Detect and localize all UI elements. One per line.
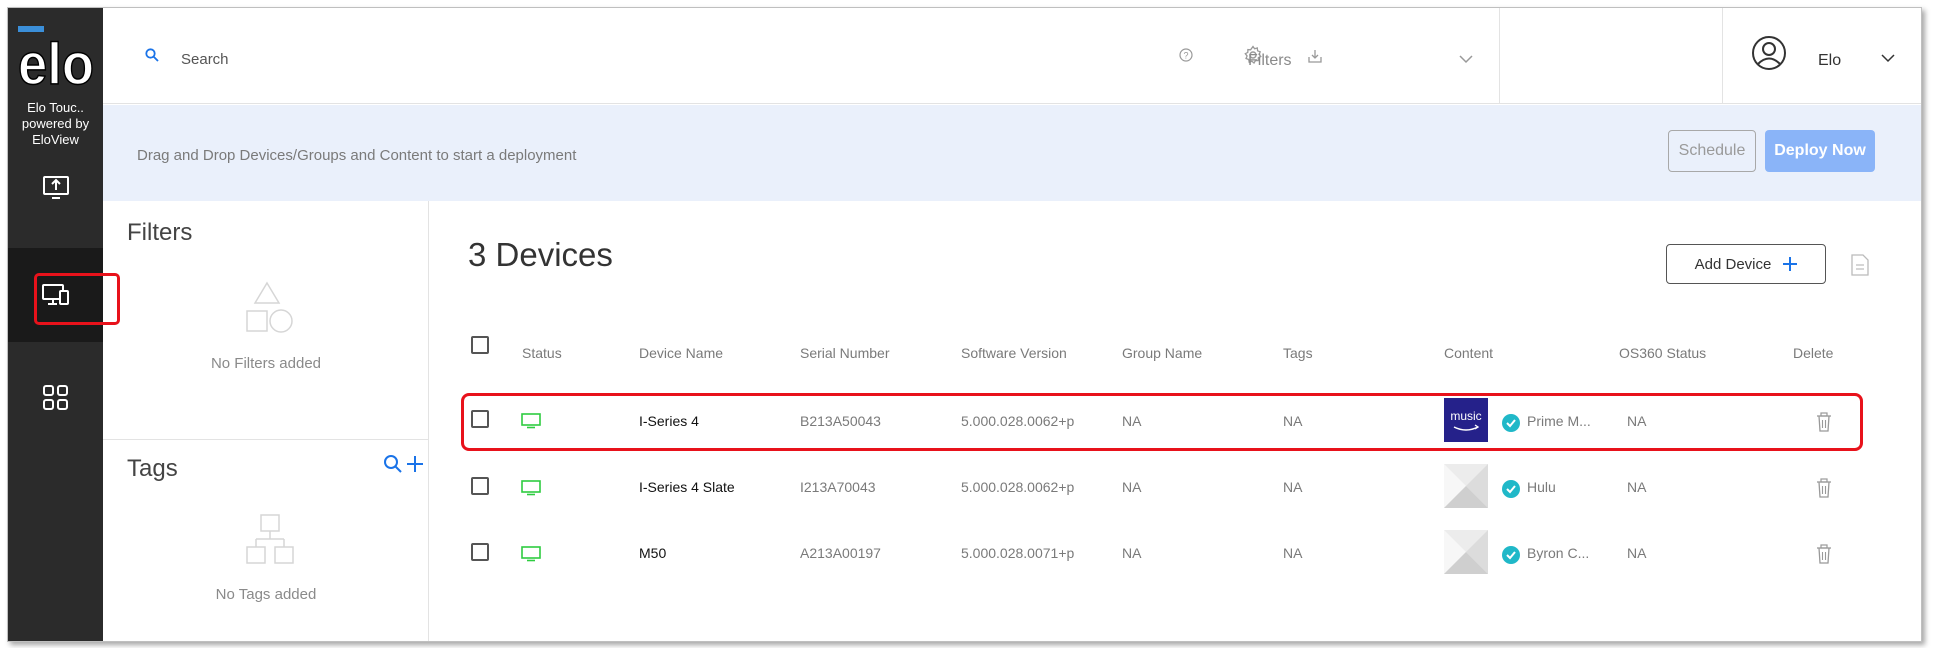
app-window: elo Elo Touc.. powered by EloView Search… bbox=[7, 7, 1922, 642]
filters-title: Filters bbox=[127, 219, 193, 246]
content-name: Hulu bbox=[1527, 479, 1556, 495]
column-header-software-version[interactable]: Software Version bbox=[961, 345, 1067, 361]
column-header-os360-status[interactable]: OS360 Status bbox=[1619, 345, 1706, 361]
content-check-icon bbox=[1502, 546, 1520, 564]
deploy-now-button[interactable]: Deploy Now bbox=[1765, 130, 1875, 172]
monitor-online-icon bbox=[521, 480, 541, 496]
device-name[interactable]: M50 bbox=[639, 545, 666, 561]
deployment-bar: Drag and Drop Devices/Groups and Content… bbox=[103, 105, 1921, 201]
os360-status: NA bbox=[1627, 479, 1647, 495]
content-placeholder-thumbnail bbox=[1444, 464, 1488, 508]
tags-value: NA bbox=[1283, 545, 1303, 561]
sidebar-item-apps[interactable] bbox=[8, 368, 103, 428]
tags-actions bbox=[383, 454, 425, 474]
brand-name: Elo Touc.. bbox=[27, 100, 84, 115]
software-version: 5.000.028.0071+p bbox=[961, 545, 1075, 561]
filters-empty-text: No Filters added bbox=[210, 355, 322, 372]
row-checkbox[interactable] bbox=[471, 543, 489, 561]
trash-icon[interactable] bbox=[1816, 544, 1832, 564]
column-header-group-name[interactable]: Group Name bbox=[1122, 345, 1202, 361]
column-header-delete: Delete bbox=[1793, 345, 1834, 361]
upload-screen-icon bbox=[42, 176, 69, 199]
content-name: Byron C... bbox=[1527, 545, 1590, 561]
hierarchy-placeholder-icon bbox=[246, 514, 294, 564]
add-tag-icon[interactable] bbox=[405, 454, 425, 474]
column-header-serial-number[interactable]: Serial Number bbox=[800, 345, 889, 361]
svg-text:?: ? bbox=[1183, 51, 1188, 61]
row-checkbox[interactable] bbox=[471, 477, 489, 495]
search-icon[interactable] bbox=[145, 48, 159, 62]
nav-highlight-annotation bbox=[34, 273, 120, 325]
search-input[interactable] bbox=[181, 44, 781, 74]
tags-value: NA bbox=[1283, 479, 1303, 495]
download-icon[interactable] bbox=[1307, 48, 1323, 64]
apps-grid-icon bbox=[42, 385, 68, 410]
help-icon[interactable]: ? bbox=[1179, 48, 1193, 62]
software-version: 5.000.028.0062+p bbox=[961, 479, 1075, 495]
os360-status: NA bbox=[1627, 545, 1647, 561]
top-header: ? Filters Elo bbox=[103, 8, 1921, 104]
header-divider bbox=[1722, 8, 1723, 104]
column-header-status[interactable]: Status bbox=[522, 345, 562, 361]
trash-icon[interactable] bbox=[1816, 478, 1832, 498]
deploy-instruction: Drag and Drop Devices/Groups and Content… bbox=[137, 147, 577, 164]
content-check-icon bbox=[1502, 480, 1520, 498]
serial-number: I213A70043 bbox=[800, 479, 876, 495]
brand-label: Elo Touc.. powered by EloView bbox=[8, 100, 103, 148]
shapes-placeholder-icon bbox=[246, 281, 293, 333]
panel-divider bbox=[103, 439, 429, 440]
logo-text: elo bbox=[18, 32, 94, 94]
user-menu-chevron-icon[interactable] bbox=[1880, 53, 1896, 63]
group-name: NA bbox=[1122, 479, 1142, 495]
brand-line2: powered by bbox=[21, 116, 90, 131]
column-header-device-name[interactable]: Device Name bbox=[639, 345, 723, 361]
header-divider bbox=[1499, 8, 1500, 104]
brand-line3: EloView bbox=[32, 132, 79, 147]
filters-panel: Filters No Filters added Tags No Tags ad… bbox=[103, 201, 429, 641]
tags-empty-text: No Tags added bbox=[215, 586, 317, 603]
column-header-tags[interactable]: Tags bbox=[1283, 345, 1313, 361]
devices-title: 3 Devices bbox=[468, 236, 613, 273]
elo-logo: elo bbox=[17, 26, 95, 94]
user-name[interactable]: Elo bbox=[1818, 52, 1841, 70]
add-device-label: Add Device bbox=[1694, 255, 1772, 273]
column-header-content[interactable]: Content bbox=[1444, 345, 1493, 361]
plus-icon bbox=[1783, 257, 1798, 271]
export-document-icon[interactable] bbox=[1851, 254, 1869, 276]
select-all-checkbox[interactable] bbox=[471, 336, 489, 354]
group-name: NA bbox=[1122, 545, 1142, 561]
content-placeholder-thumbnail bbox=[1444, 530, 1488, 574]
row-highlight-annotation bbox=[461, 393, 1863, 451]
sidebar-item-content[interactable] bbox=[8, 158, 103, 218]
add-device-button[interactable]: Add Device bbox=[1666, 244, 1826, 284]
chevron-down-icon[interactable] bbox=[1458, 54, 1474, 64]
tag-search-icon[interactable] bbox=[383, 454, 403, 474]
tags-title: Tags bbox=[127, 455, 178, 482]
filters-dropdown-label[interactable]: Filters bbox=[1248, 52, 1292, 70]
avatar[interactable] bbox=[1751, 35, 1787, 71]
serial-number: A213A00197 bbox=[800, 545, 881, 561]
device-name[interactable]: I-Series 4 Slate bbox=[639, 479, 735, 495]
schedule-button[interactable]: Schedule bbox=[1668, 130, 1756, 172]
monitor-online-icon bbox=[521, 546, 541, 562]
